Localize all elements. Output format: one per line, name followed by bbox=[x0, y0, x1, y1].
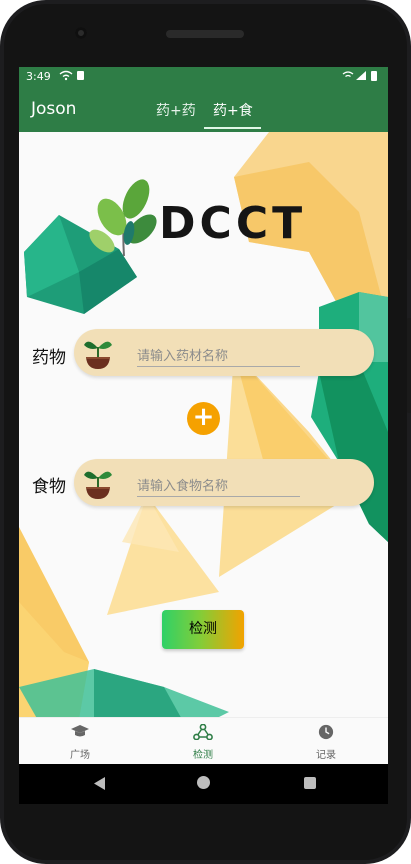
back-icon[interactable] bbox=[94, 777, 106, 790]
app-screen: 3:49 Joson 药+药 药+食 DCCT 药物 请输入药材名称 + 食物 … bbox=[19, 67, 388, 764]
signal-battery-icon bbox=[342, 71, 377, 81]
drug-name-input[interactable]: 请输入药材名称 bbox=[137, 345, 300, 367]
graduation-cap-icon bbox=[71, 725, 89, 737]
status-right-icons bbox=[342, 70, 380, 84]
nav-label-detect: 检测 bbox=[193, 750, 213, 761]
earpiece-speaker bbox=[166, 30, 244, 38]
drug-input-container[interactable]: 请输入药材名称 bbox=[74, 329, 374, 376]
bottom-navigation: 广场 检测 记录 bbox=[19, 717, 388, 764]
molecule-icon bbox=[193, 723, 213, 741]
clock-icon bbox=[318, 724, 334, 740]
tab-drug-food[interactable]: 药+食 bbox=[213, 100, 253, 120]
add-button[interactable]: + bbox=[187, 402, 220, 435]
nav-item-records[interactable]: 记录 bbox=[296, 724, 356, 761]
nav-item-detect[interactable]: 检测 bbox=[173, 723, 233, 761]
leaf-logo-icon bbox=[89, 179, 157, 257]
sprout-pot-icon bbox=[84, 471, 112, 499]
nav-label-records: 记录 bbox=[316, 750, 336, 761]
volume-button bbox=[407, 210, 411, 260]
logo-wordmark: DCCT bbox=[159, 198, 307, 249]
tab-drug-drug[interactable]: 药+药 bbox=[156, 100, 196, 120]
home-icon[interactable] bbox=[197, 776, 210, 789]
plus-icon: + bbox=[192, 402, 215, 432]
status-bar: 3:49 bbox=[19, 67, 388, 87]
active-tab-indicator bbox=[204, 127, 261, 129]
app-bar: Joson 药+药 药+食 bbox=[19, 87, 388, 132]
nav-label-square: 广场 bbox=[70, 750, 90, 761]
wifi-notification-icon bbox=[59, 70, 84, 81]
food-label: 食物 bbox=[32, 477, 66, 497]
detect-button[interactable]: 检测 bbox=[162, 610, 244, 649]
sprout-pot-icon bbox=[84, 341, 112, 369]
front-camera bbox=[75, 27, 87, 39]
nav-item-square[interactable]: 广场 bbox=[50, 724, 110, 761]
power-button bbox=[407, 318, 411, 413]
status-time: 3:49 bbox=[26, 70, 51, 83]
username-label: Joson bbox=[31, 99, 77, 119]
food-input-container[interactable]: 请输入食物名称 bbox=[74, 459, 374, 506]
phone-frame: 3:49 Joson 药+药 药+食 DCCT 药物 请输入药材名称 + 食物 … bbox=[0, 0, 411, 864]
recents-icon[interactable] bbox=[304, 777, 316, 789]
system-navigation-bar bbox=[19, 764, 388, 804]
food-name-input[interactable]: 请输入食物名称 bbox=[137, 475, 300, 497]
notification-icons bbox=[59, 70, 85, 84]
drug-label: 药物 bbox=[32, 348, 66, 368]
